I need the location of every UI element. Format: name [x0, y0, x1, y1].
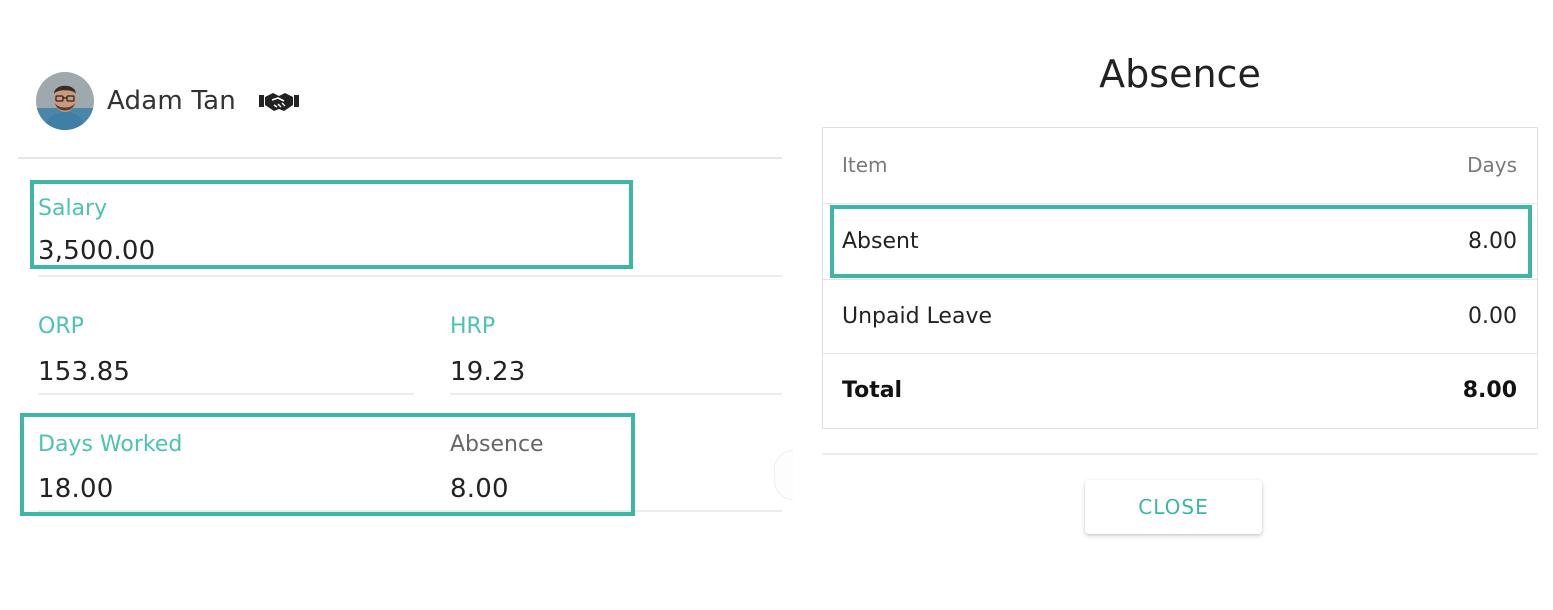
column-header-days: Days: [1467, 153, 1517, 177]
row-item: Unpaid Leave: [842, 304, 993, 329]
employee-name: Adam Tan: [107, 86, 236, 116]
absent-row-highlight: [830, 205, 1532, 278]
hrp-value: 19.23: [450, 357, 526, 387]
avatar: [36, 72, 94, 130]
dialog-divider: [822, 453, 1538, 455]
floating-tab-edge[interactable]: [774, 450, 793, 500]
salary-highlight: [30, 180, 633, 269]
absence-table: Item Days Absent 8.00 Unpaid Leave 0.00 …: [822, 127, 1538, 429]
hrp-label: HRP: [450, 314, 496, 339]
close-button[interactable]: CLOSE: [1085, 480, 1262, 534]
total-label: Total: [842, 378, 903, 403]
days-absence-highlight: [20, 413, 635, 516]
handshake-icon: [258, 89, 300, 113]
orp-value: 153.85: [38, 357, 131, 387]
orp-underline: [38, 393, 414, 395]
header-divider: [18, 157, 782, 159]
orp-label: ORP: [38, 314, 84, 339]
salary-underline: [38, 275, 782, 277]
dialog-title: Absence: [1099, 52, 1261, 96]
hrp-underline: [450, 393, 782, 395]
total-days: 8.00: [1462, 378, 1517, 403]
table-row: Unpaid Leave 0.00: [823, 279, 1537, 354]
table-total-row: Total 8.00: [823, 353, 1537, 428]
column-header-item: Item: [842, 153, 888, 177]
table-header-row: Item Days: [823, 128, 1537, 203]
row-days: 0.00: [1468, 304, 1517, 329]
